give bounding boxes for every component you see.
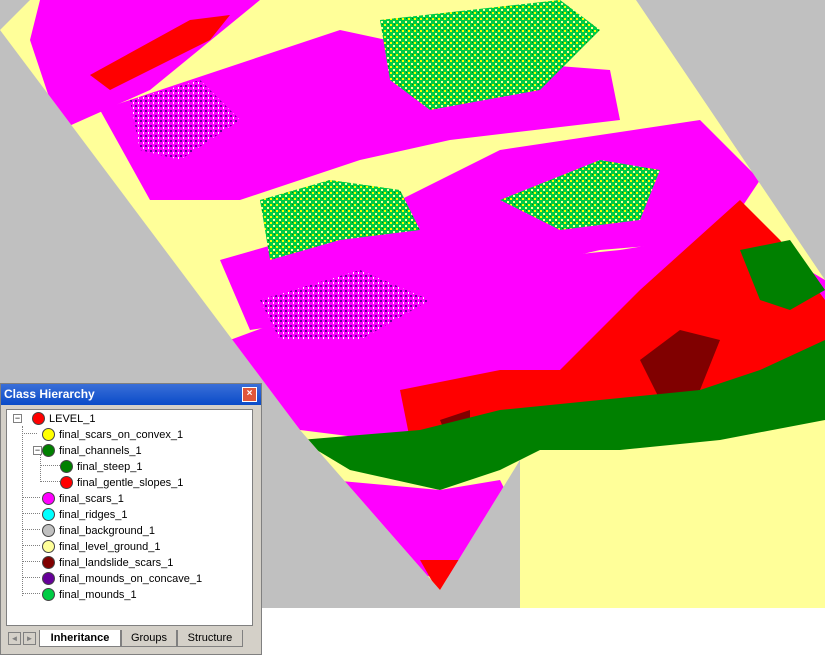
tab-structure[interactable]: Structure xyxy=(177,630,243,647)
panel-title: Class Hierarchy xyxy=(1,384,261,405)
tree-item-label: final_gentle_slopes_1 xyxy=(77,477,184,489)
tree-item-label: final_steep_1 xyxy=(77,461,143,473)
tree-connector xyxy=(22,593,40,594)
class-color-icon xyxy=(60,476,73,489)
tree-item-label: final_scars_1 xyxy=(59,493,124,505)
collapse-icon[interactable]: − xyxy=(13,414,22,423)
class-color-icon xyxy=(32,412,45,425)
class-color-icon xyxy=(42,524,55,537)
tree-connector xyxy=(22,433,37,434)
tree-connector xyxy=(40,451,41,482)
tree-item-label: final_scars_on_convex_1 xyxy=(59,429,184,441)
tree-connector xyxy=(22,497,40,498)
tree-connector xyxy=(22,561,40,562)
tree-connector xyxy=(22,529,40,530)
class-color-icon xyxy=(42,444,55,457)
scroll-left-icon[interactable]: ◄ xyxy=(8,632,21,645)
class-color-icon xyxy=(42,428,55,441)
class-color-icon xyxy=(60,460,73,473)
class-color-icon xyxy=(42,556,55,569)
tree-item-label: LEVEL_1 xyxy=(49,413,96,425)
tab-groups[interactable]: Groups xyxy=(121,630,177,647)
class-color-icon xyxy=(42,508,55,521)
tree-connector xyxy=(40,481,60,482)
scroll-right-icon[interactable]: ► xyxy=(23,632,36,645)
tree-item-label: final_landslide_scars_1 xyxy=(59,557,174,569)
tree-item-label: final_level_ground_1 xyxy=(59,541,161,553)
tab-inheritance[interactable]: Inheritance xyxy=(39,630,121,647)
tree-connector xyxy=(40,465,60,466)
tree-connector xyxy=(22,513,40,514)
tree-connector xyxy=(22,545,40,546)
class-color-icon xyxy=(42,572,55,585)
class-color-icon xyxy=(42,588,55,601)
tree-item-label: final_ridges_1 xyxy=(59,509,128,521)
tree-item-label: final_background_1 xyxy=(59,525,156,537)
tree-item-label: final_mounds_1 xyxy=(59,589,137,601)
class-color-icon xyxy=(42,540,55,553)
tree-item-label: final_channels_1 xyxy=(59,445,142,457)
tree-connector xyxy=(22,577,40,578)
tree-connector xyxy=(22,426,23,596)
close-icon[interactable]: × xyxy=(242,387,257,402)
collapse-icon[interactable]: − xyxy=(33,446,42,455)
tab-bar: ◄ ► Inheritance Groups Structure xyxy=(6,629,258,649)
tree-item-label: final_mounds_on_concave_1 xyxy=(59,573,203,585)
class-color-icon xyxy=(42,492,55,505)
class-hierarchy-panel: Class Hierarchy × − LEVEL_1 final_scars_… xyxy=(0,383,262,655)
class-tree: − LEVEL_1 final_scars_on_convex_1 − fina… xyxy=(6,409,253,626)
